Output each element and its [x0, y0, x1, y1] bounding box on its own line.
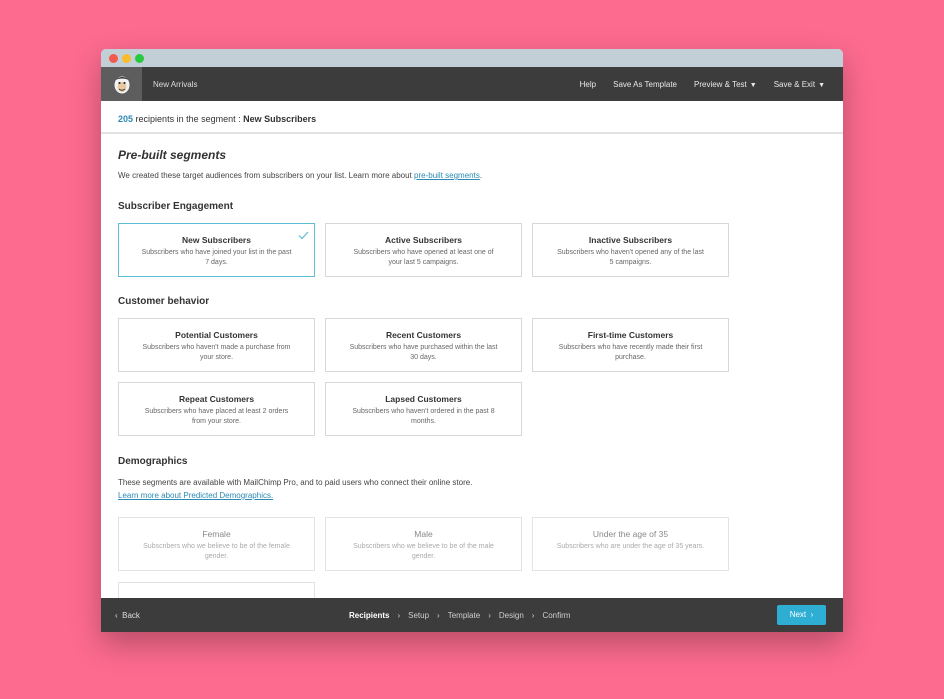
segment-card-repeat-customers[interactable]: Repeat Customers Subscribers who have pl…	[118, 382, 315, 436]
predicted-demographics-link[interactable]: Learn more about Predicted Demographics.	[118, 491, 273, 500]
card-description: Subscribers who haven't made a purchase …	[142, 344, 291, 361]
page-title: Pre-built segments	[118, 148, 227, 162]
segment-card-female: Female Subscribers who we believe to be …	[118, 517, 315, 571]
save-exit-label: Save & Exit	[773, 80, 816, 89]
intro-sentence: We created these target audiences from s…	[118, 171, 412, 180]
maximize-window-icon[interactable]	[135, 54, 144, 63]
mailchimp-logo-icon[interactable]	[101, 67, 142, 101]
chevron-right-icon: ›	[810, 610, 814, 619]
footer-bar: ‹ Back Recipients › Setup › Template › D…	[101, 598, 843, 632]
section-demographics: Demographics	[118, 456, 188, 467]
segment-card-active-subscribers[interactable]: Active Subscribers Subscribers who have …	[325, 223, 522, 277]
help-link[interactable]: Help	[580, 80, 596, 89]
recipients-summary: 205 recipients in the segment : New Subs…	[101, 101, 843, 134]
app-window: New Arrivals Help Save As Template Previ…	[101, 49, 843, 632]
next-label: Next	[789, 610, 807, 619]
chevron-right-icon: ›	[488, 611, 491, 620]
close-window-icon[interactable]	[109, 54, 118, 63]
progress-steps: Recipients › Setup › Template › Design ›…	[349, 611, 570, 620]
card-description: Subscribers who we believe to be of the …	[143, 543, 290, 560]
step-confirm[interactable]: Confirm	[542, 611, 570, 620]
card-description: Subscribers who haven't ordered in the p…	[352, 408, 495, 425]
checkmark-icon	[298, 227, 309, 245]
card-description: Subscribers who have purchased within th…	[349, 344, 498, 361]
card-description: Subscribers who have opened at least one…	[353, 249, 494, 266]
segment-card-lapsed-customers[interactable]: Lapsed Customers Subscribers who haven't…	[325, 382, 522, 436]
intro-end: .	[479, 171, 483, 180]
preview-test-label: Preview & Test	[694, 80, 747, 89]
segment-card-partial	[118, 582, 315, 598]
save-as-template-link[interactable]: Save As Template	[613, 80, 677, 89]
segment-content[interactable]: Pre-built segments We created these targ…	[101, 136, 843, 598]
card-title: Male	[414, 529, 433, 539]
card-description: Subscribers who have recently made their…	[558, 344, 703, 361]
chevron-left-icon: ‹	[115, 611, 118, 620]
step-setup[interactable]: Setup	[408, 611, 429, 620]
chevron-right-icon: ›	[397, 611, 401, 620]
segment-card-inactive-subscribers[interactable]: Inactive Subscribers Subscribers who hav…	[532, 223, 729, 277]
card-title: Under the age of 35	[592, 529, 669, 539]
intro-text: We created these target audiences from s…	[118, 171, 482, 180]
card-title: Repeat Customers	[178, 394, 255, 404]
segment-card-under-35: Under the age of 35 Subscribers who are …	[532, 517, 729, 571]
segment-card-potential-customers[interactable]: Potential Customers Subscribers who have…	[118, 318, 315, 372]
minimize-window-icon[interactable]	[122, 54, 131, 63]
card-title: Inactive Subscribers	[588, 235, 673, 245]
section-subscriber-engagement: Subscriber Engagement	[118, 201, 234, 212]
card-title: Female	[202, 529, 231, 539]
card-description: Subscribers who we believe to be of the …	[353, 543, 494, 560]
step-recipients[interactable]: Recipients	[349, 611, 389, 620]
next-button[interactable]: Next ›	[777, 605, 826, 625]
top-navbar: New Arrivals Help Save As Template Previ…	[101, 67, 843, 101]
card-title: Lapsed Customers	[385, 394, 462, 404]
card-title: Recent Customers	[385, 330, 462, 340]
card-title: First-time Customers	[587, 330, 674, 340]
demographics-text: These segments are available with MailCh…	[118, 476, 488, 502]
preview-test-menu[interactable]: Preview & Test ▼	[694, 80, 757, 89]
recipient-count: 205	[118, 114, 134, 124]
step-design[interactable]: Design	[499, 611, 524, 620]
recipient-text: recipients in the segment :	[135, 114, 241, 124]
window-titlebar	[101, 49, 843, 67]
segment-card-first-time-customers[interactable]: First-time Customers Subscribers who hav…	[532, 318, 729, 372]
save-exit-menu[interactable]: Save & Exit ▼	[774, 80, 825, 89]
segment-card-new-subscribers[interactable]: New Subscribers Subscribers who have joi…	[118, 223, 315, 277]
chevron-right-icon: ›	[531, 611, 535, 620]
step-template[interactable]: Template	[448, 611, 480, 620]
back-button[interactable]: ‹ Back	[115, 611, 140, 620]
segment-card-male: Male Subscribers who we believe to be of…	[325, 517, 522, 571]
card-description: Subscribers who are under the age of 35 …	[556, 543, 705, 550]
back-label: Back	[122, 611, 140, 620]
segment-card-recent-customers[interactable]: Recent Customers Subscribers who have pu…	[325, 318, 522, 372]
card-description: Subscribers who haven't opened any of th…	[557, 249, 704, 266]
pre-built-segments-link[interactable]: pre-built segments	[414, 171, 480, 180]
card-description: Subscribers who have placed at least 2 o…	[144, 408, 289, 425]
campaign-name: New Arrivals	[153, 80, 198, 89]
card-title: Potential Customers	[175, 330, 258, 340]
section-customer-behavior: Customer behavior	[118, 296, 210, 307]
recipient-segment-name: New Subscribers	[243, 114, 317, 124]
card-title: Active Subscribers	[384, 235, 462, 245]
card-description: Subscribers who have joined your list in…	[141, 249, 292, 266]
demographics-sentence: These segments are available with MailCh…	[118, 478, 473, 487]
chevron-down-icon: ▼	[749, 82, 757, 89]
chevron-down-icon: ▼	[818, 82, 825, 89]
chevron-right-icon: ›	[437, 611, 440, 620]
card-title: New Subscribers	[182, 235, 251, 245]
